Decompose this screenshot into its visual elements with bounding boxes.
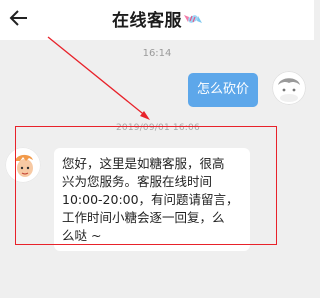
user-message-bubble[interactable]: 怎么砍价 — [188, 73, 258, 107]
title-container: 在线客服 — [0, 0, 314, 36]
chat-timestamp: 16:14 — [142, 48, 172, 59]
top-bar: 在线客服 — [0, 0, 314, 40]
page-title: 在线客服 — [112, 10, 182, 31]
user-avatar[interactable] — [272, 71, 306, 105]
candy-icon — [184, 15, 202, 23]
annotation-highlight-box — [15, 126, 277, 245]
